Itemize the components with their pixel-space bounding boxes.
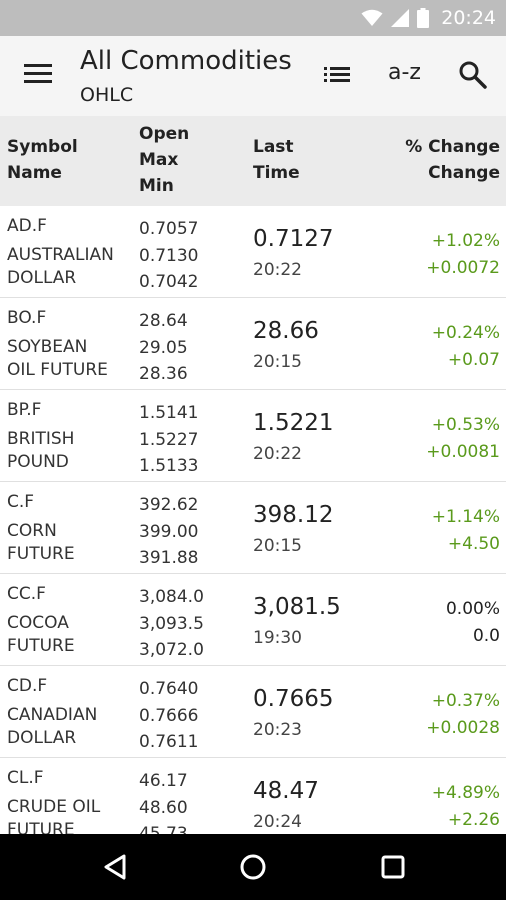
row-last-price: 0.7665	[253, 686, 334, 712]
row-time: 20:15	[253, 352, 302, 372]
row-symbol: AD.F	[7, 216, 47, 236]
row-ohlc: 1.5141 1.5227 1.5133	[139, 403, 199, 476]
menu-icon[interactable]	[24, 64, 54, 88]
row-change: +4.89% +2.26	[431, 783, 500, 830]
navigation-bar	[0, 834, 506, 900]
table-row[interactable]: CD.F CANADIAN DOLLAR 0.7640 0.7666 0.7611 0…	[0, 666, 506, 758]
header-last-time[interactable]: Last Time	[253, 134, 300, 186]
row-name: CANADIAN DOLLAR	[7, 705, 98, 748]
row-last-price: 48.47	[253, 778, 319, 804]
app-bar: All Commodities OHLC a-z	[0, 36, 506, 116]
sort-az-button[interactable]: a-z	[388, 60, 421, 85]
header-time: Time	[253, 163, 300, 183]
row-name: COCOA FUTURE	[7, 613, 75, 656]
row-change: +0.37% +0.0028	[426, 691, 500, 738]
row-ohlc: 28.64 29.05 28.36	[139, 311, 188, 384]
row-time: 20:24	[253, 812, 302, 832]
table-row[interactable]: BP.F BRITISH POUND 1.5141 1.5227 1.5133 1.5…	[0, 390, 506, 482]
row-last-price: 0.7127	[253, 226, 334, 252]
row-change: +1.14% +4.50	[431, 507, 500, 554]
row-change: +0.53% +0.0081	[426, 415, 500, 462]
row-name: SOYBEAN OIL FUTURE	[7, 337, 108, 380]
row-change: +1.02% +0.0072	[426, 231, 500, 278]
recents-icon[interactable]	[378, 852, 408, 882]
row-symbol: BP.F	[7, 400, 42, 420]
row-change: 0.00% 0.0	[445, 599, 500, 646]
search-icon[interactable]	[458, 60, 488, 90]
row-time: 20:22	[253, 260, 302, 280]
row-last-price: 1.5221	[253, 410, 334, 436]
header-max: Max	[139, 150, 179, 170]
status-icons: 20:24	[361, 0, 496, 36]
wifi-icon	[361, 9, 383, 26]
row-ohlc: 3,084.0 3,093.5 3,072.0	[139, 587, 204, 660]
row-name: CORN FUTURE	[7, 521, 75, 564]
table-row[interactable]: C.F CORN FUTURE 392.62 399.00 391.88 398.12…	[0, 482, 506, 574]
header-symbol-name[interactable]: Symbol Name	[7, 134, 78, 186]
row-name: AUSTRALIAN DOLLAR	[7, 245, 114, 288]
header-abs-change: Change	[428, 163, 500, 183]
row-last-price: 398.12	[253, 502, 334, 528]
row-symbol: C.F	[7, 492, 35, 512]
row-time: 20:15	[253, 536, 302, 556]
header-open: Open	[139, 124, 190, 144]
table-row[interactable]: CC.F COCOA FUTURE 3,084.0 3,093.5 3,072.0 3…	[0, 574, 506, 666]
table-row[interactable]: AD.F AUSTRALIAN DOLLAR 0.7057 0.7130 0.7042…	[0, 206, 506, 298]
battery-icon	[417, 8, 430, 28]
header-ohlc[interactable]: Open Max Min	[139, 121, 189, 199]
page-title: All Commodities	[80, 46, 292, 76]
header-name: Name	[7, 163, 62, 183]
row-time: 20:22	[253, 444, 302, 464]
signal-icon	[391, 9, 410, 27]
header-change[interactable]: % Change Change	[405, 134, 500, 186]
row-symbol: CC.F	[7, 584, 46, 604]
row-last-price: 28.66	[253, 318, 319, 344]
row-symbol: BO.F	[7, 308, 47, 328]
row-time: 20:23	[253, 720, 302, 740]
home-icon[interactable]	[238, 852, 268, 882]
commodity-list[interactable]: AD.F AUSTRALIAN DOLLAR 0.7057 0.7130 0.7042…	[0, 206, 506, 834]
row-ohlc: 392.62 399.00 391.88	[139, 495, 199, 568]
row-symbol: CD.F	[7, 676, 48, 696]
row-ohlc: 46.17 48.60 45.73	[139, 771, 188, 834]
back-icon[interactable]	[100, 852, 130, 882]
header-last: Last	[253, 137, 294, 157]
row-last-price: 3,081.5	[253, 594, 341, 620]
header-min: Min	[139, 176, 174, 196]
status-time: 20:24	[441, 7, 496, 29]
row-change: +0.24% +0.07	[431, 323, 500, 370]
header-symbol: Symbol	[7, 137, 78, 157]
row-name: BRITISH POUND	[7, 429, 75, 472]
header-pct-change: % Change	[405, 137, 500, 157]
status-bar: 20:24	[0, 0, 506, 36]
row-ohlc: 0.7640 0.7666 0.7611	[139, 679, 199, 752]
table-header: Symbol Name Open Max Min Last Time % Cha…	[0, 116, 506, 206]
list-view-icon[interactable]	[324, 64, 354, 88]
row-time: 19:30	[253, 628, 302, 648]
table-row[interactable]: BO.F SOYBEAN OIL FUTURE 28.64 29.05 28.36 2…	[0, 298, 506, 390]
page-subtitle: OHLC	[80, 84, 134, 106]
row-symbol: CL.F	[7, 768, 44, 788]
row-name: CRUDE OIL FUTURE	[7, 797, 101, 834]
row-ohlc: 0.7057 0.7130 0.7042	[139, 219, 199, 292]
table-row[interactable]: CL.F CRUDE OIL FUTURE 46.17 48.60 45.73 48.…	[0, 758, 506, 834]
